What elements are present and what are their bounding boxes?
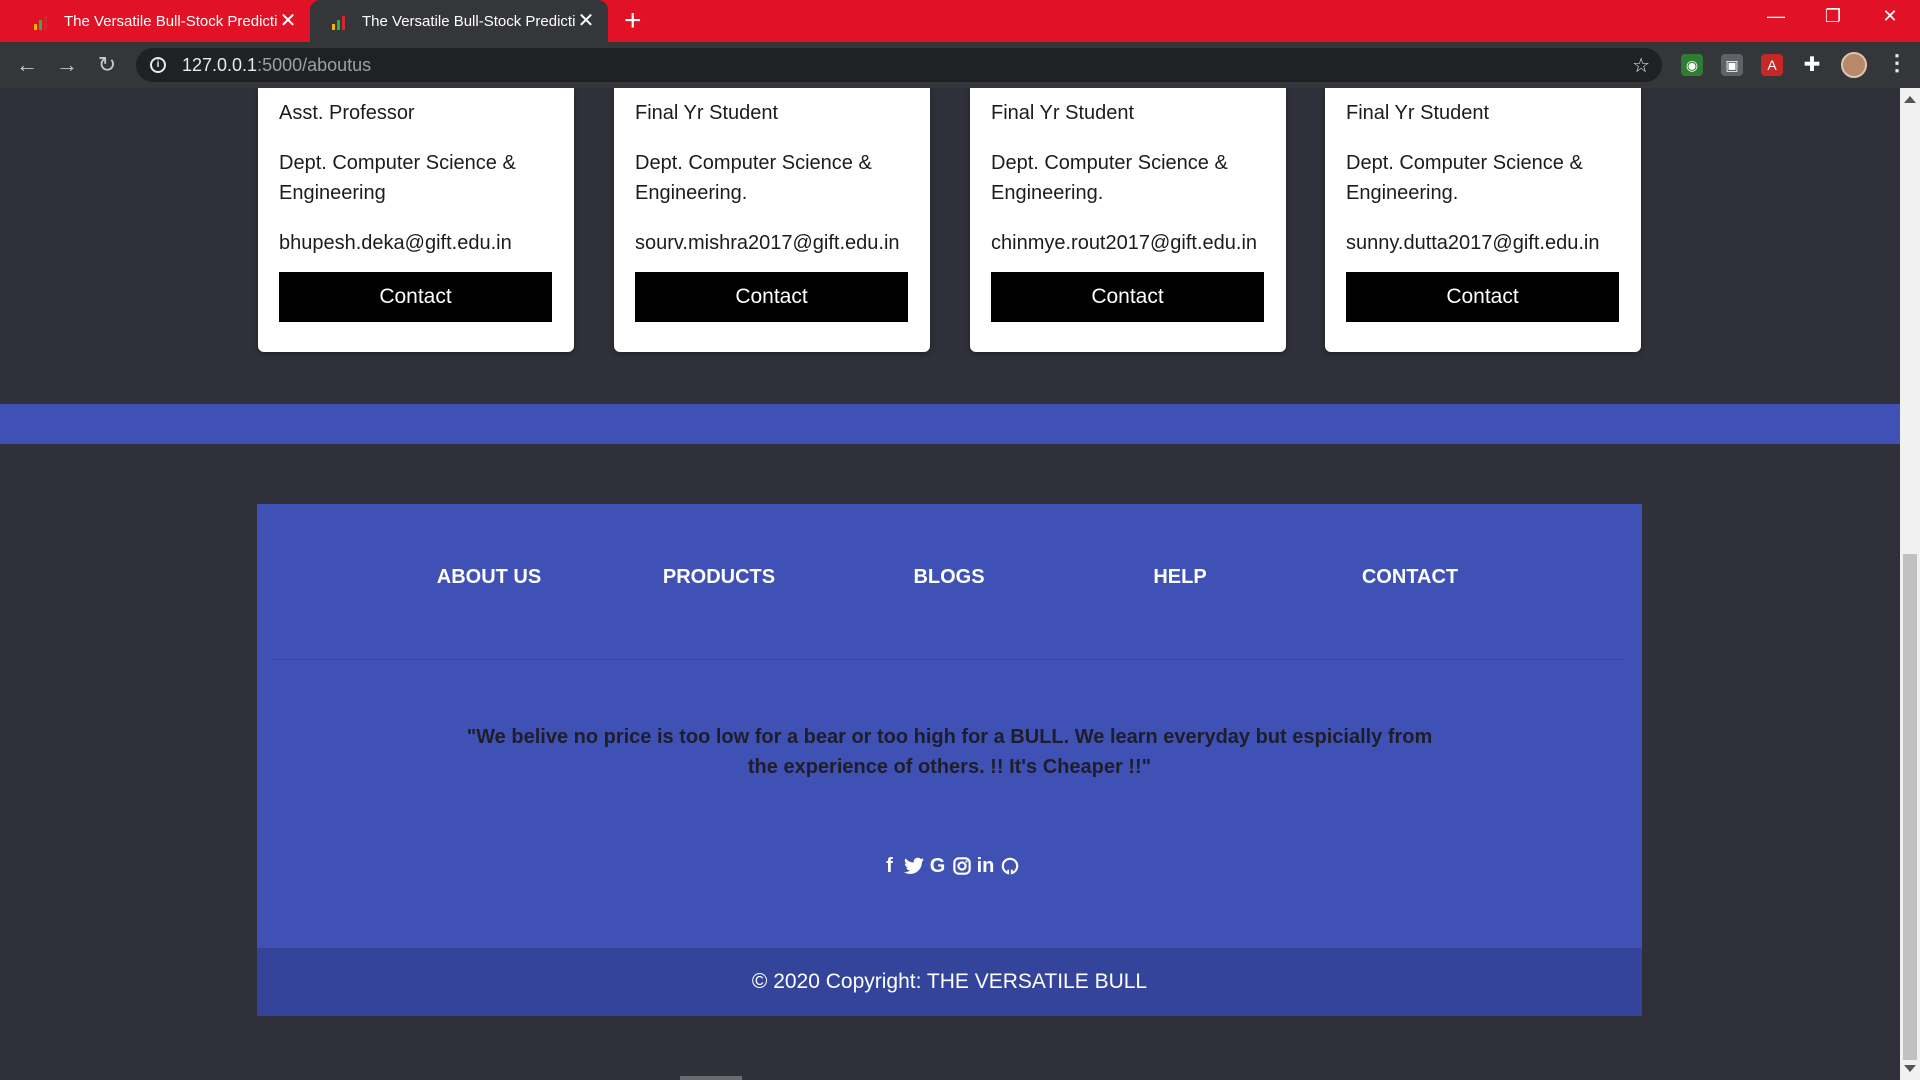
member-email: chinmye.rout2017@gift.edu.in [991,232,1258,254]
browser-tab-2[interactable]: The Versatile Bull-Stock Prediction ✕ [310,0,608,42]
member-role: Final Yr Student [991,102,1135,124]
team-card: Final Yr Student Dept. Computer Science … [614,88,930,352]
member-email: bhupesh.deka@gift.edu.in [279,232,512,254]
plus-icon[interactable]: + [624,6,642,36]
close-tab-icon[interactable]: ✕ [278,11,298,31]
member-role: Final Yr Student [635,102,779,124]
reload-icon[interactable]: ↻ [92,50,122,80]
member-email: sourv.mishra2017@gift.edu.in [635,232,900,254]
avatar[interactable] [1841,52,1867,78]
extension-colorful-icon[interactable]: ◉ [1681,54,1703,76]
pdf-icon[interactable]: A [1761,54,1783,76]
copyright-bar: © 2020 Copyright: THE VERSATILE BULL [257,948,1642,1016]
bull-favicon-icon [34,12,52,30]
section-divider-band [0,404,1900,444]
google-icon[interactable]: G [928,854,948,878]
github-icon[interactable] [1000,854,1020,878]
page-bottom-marker [680,1076,742,1080]
bookmark-star-icon[interactable]: ☆ [1632,53,1650,78]
back-icon[interactable]: ← [12,50,42,80]
tab-strip: The Versatile Bull-Stock Prediction ✕ Th… [0,0,1920,42]
team-card: Final Yr Student Dept. Computer Science … [970,88,1286,352]
tab-title: The Versatile Bull-Stock Prediction [64,12,278,30]
page-content: Asst. Professor Dept. Computer Science &… [0,88,1900,1080]
team-card: Final Yr Student Dept. Computer Science … [1325,88,1641,352]
twitter-icon[interactable] [903,854,924,878]
contact-button[interactable]: Contact [991,272,1264,322]
social-links: f G in [257,854,1642,878]
contact-button[interactable]: Contact [635,272,908,322]
scrollbar-thumb[interactable] [1903,554,1917,1060]
member-department: Dept. Computer Science & Engineering [279,152,516,204]
member-department: Dept. Computer Science & Engineering. [991,152,1228,204]
facebook-icon[interactable]: f [880,854,900,878]
restore-icon[interactable]: ❐ [1813,6,1853,27]
address-url: 127.0.0.1:5000/aboutus [182,54,372,75]
browser-toolbar: ← → ↻ i 127.0.0.1:5000/aboutus ☆ ◉ ▣ A ✚… [0,42,1920,88]
page-scrollbar[interactable] [1900,88,1920,1080]
member-email: sunny.dutta2017@gift.edu.in [1346,232,1600,254]
member-role: Asst. Professor [279,102,415,124]
minimize-icon[interactable]: — [1756,6,1796,27]
address-bar[interactable]: i 127.0.0.1:5000/aboutus ☆ [136,48,1662,82]
scroll-up-icon[interactable] [1904,96,1916,103]
footer-link-blogs[interactable]: BLOGS [913,566,984,589]
footer-link-contact[interactable]: CONTACT [1362,566,1458,589]
linkedin-icon[interactable]: in [976,854,996,878]
footer-nav: ABOUT US PRODUCTS BLOGS HELP CONTACT [257,566,1642,596]
contact-button[interactable]: Contact [1346,272,1619,322]
footer-divider [274,659,1624,660]
camera-icon[interactable]: ▣ [1721,54,1743,76]
extensions-puzzle-icon[interactable]: ✚ [1801,54,1823,76]
footer-link-about-us[interactable]: ABOUT US [437,566,541,589]
close-tab-icon[interactable]: ✕ [576,11,596,31]
member-department: Dept. Computer Science & Engineering. [1346,152,1583,204]
bull-favicon-icon [332,12,350,30]
contact-button[interactable]: Contact [279,272,552,322]
more-menu-icon[interactable]: ⋮ [1886,50,1908,76]
member-role: Final Yr Student [1346,102,1490,124]
scroll-down-icon[interactable] [1904,1065,1916,1072]
team-card: Asst. Professor Dept. Computer Science &… [258,88,574,352]
tab-title: The Versatile Bull-Stock Prediction [362,12,576,30]
forward-icon[interactable]: → [52,50,82,80]
instagram-icon[interactable] [952,854,972,878]
footer: ABOUT US PRODUCTS BLOGS HELP CONTACT "We… [257,504,1642,1016]
member-department: Dept. Computer Science & Engineering. [635,152,872,204]
browser-tab-1[interactable]: The Versatile Bull-Stock Prediction ✕ [12,0,310,42]
close-window-icon[interactable]: ✕ [1870,6,1910,27]
footer-link-products[interactable]: PRODUCTS [663,566,775,589]
site-info-icon[interactable]: i [150,57,166,73]
footer-link-help[interactable]: HELP [1153,566,1206,589]
footer-quote: "We belive no price is too low for a bea… [466,726,1433,778]
